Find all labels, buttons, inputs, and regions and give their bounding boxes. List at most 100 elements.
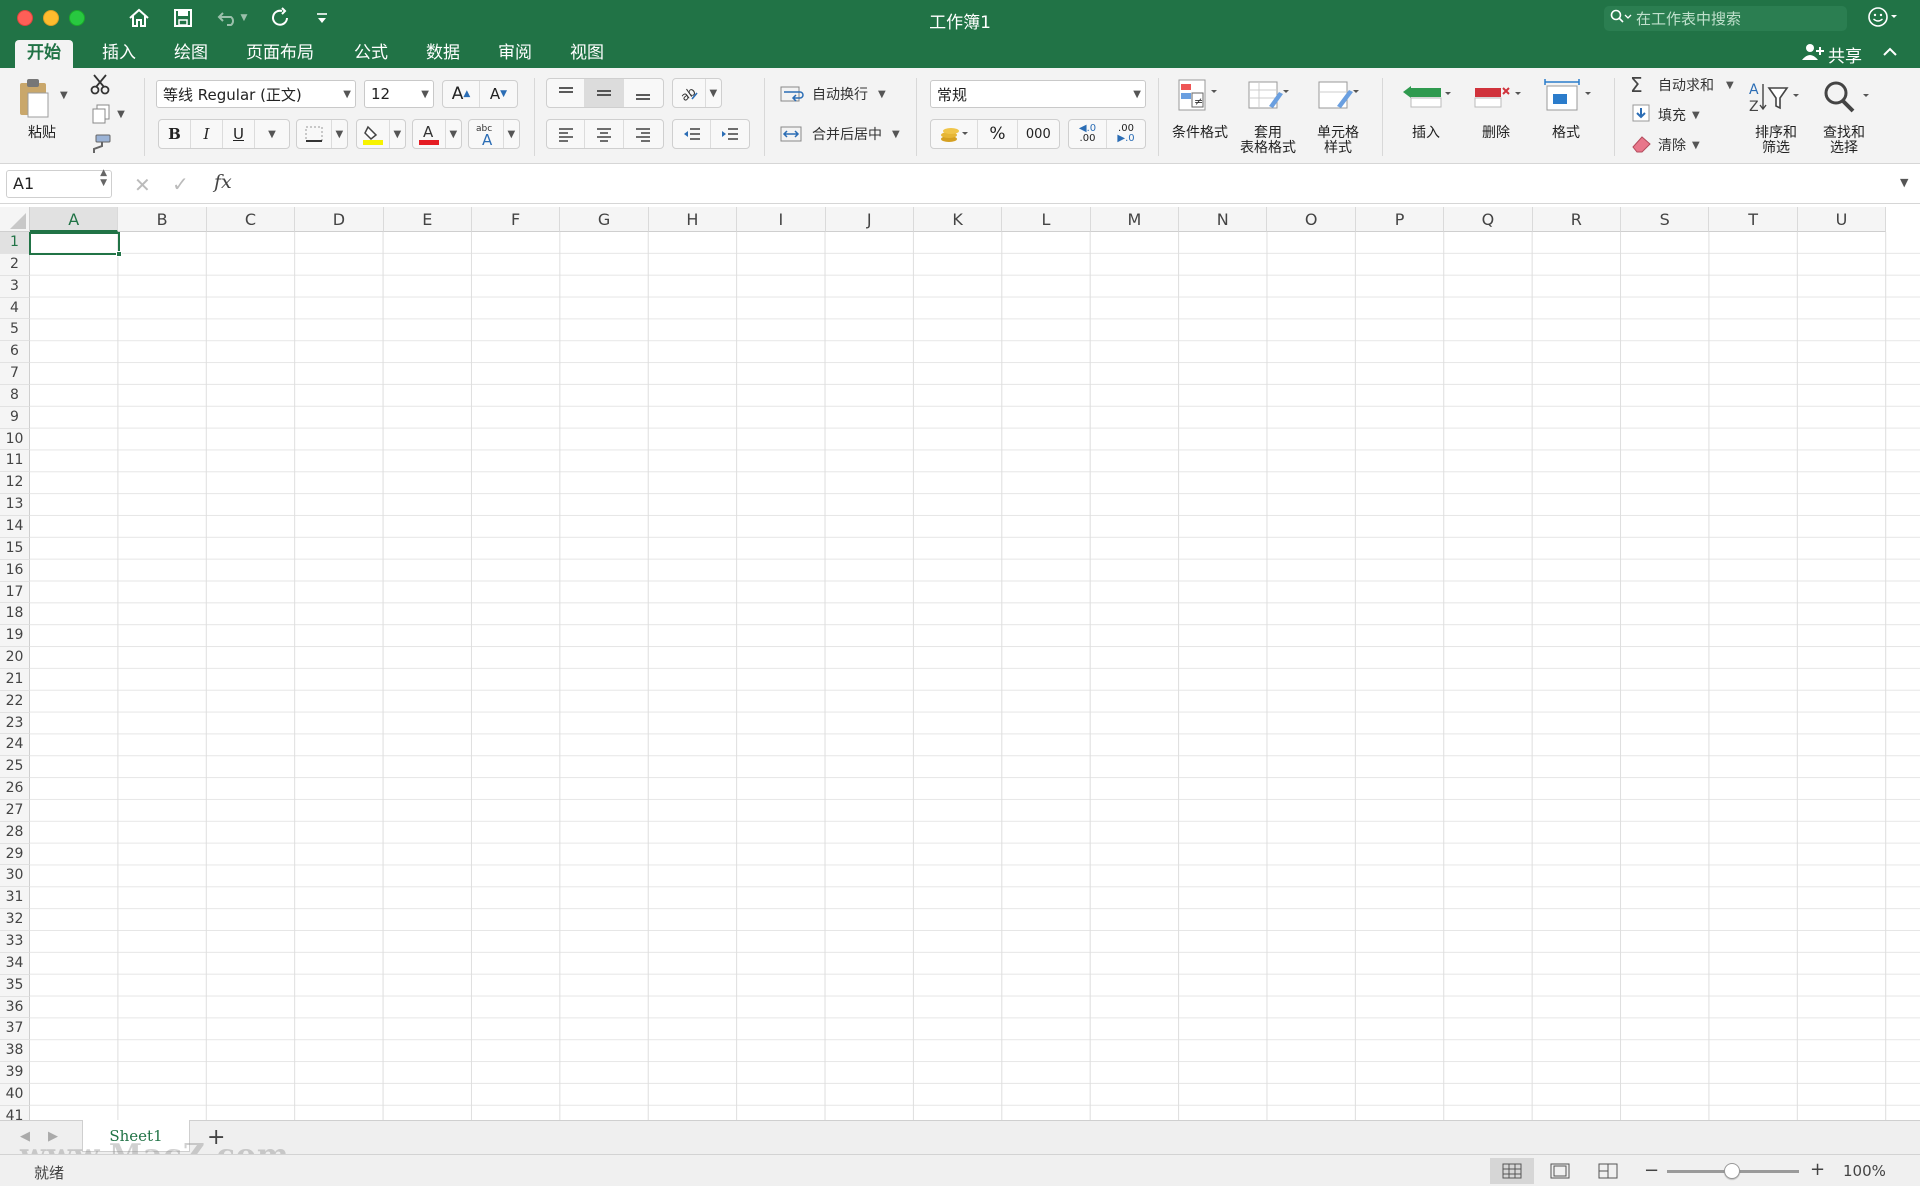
column-header[interactable]: U [1797, 207, 1887, 232]
row-header[interactable]: 35 [0, 974, 30, 997]
fill-handle[interactable] [116, 251, 122, 257]
row-header[interactable]: 21 [0, 668, 30, 691]
column-header[interactable]: F [471, 207, 561, 232]
row-header[interactable]: 26 [0, 778, 30, 800]
row-header[interactable]: 16 [0, 559, 30, 582]
column-header[interactable]: S [1621, 207, 1710, 232]
share-button[interactable]: 共享 [1802, 42, 1862, 67]
cut-icon[interactable] [88, 72, 112, 96]
search-input[interactable] [1636, 9, 1826, 28]
zoom-out-button[interactable]: − [1644, 1160, 1659, 1181]
font-color-button[interactable]: A ▼ [412, 119, 462, 149]
tab-home[interactable]: 开始 [15, 40, 73, 68]
insert-function-button[interactable]: fx [214, 171, 232, 193]
select-all-button[interactable] [0, 207, 30, 232]
row-header[interactable]: 25 [0, 756, 30, 779]
worksheet-grid[interactable]: ABCDEFGHIJKLMNOPQRSTU 1 2 3 4 5 6 7 8 9 10 11 12 13 1… [0, 207, 1920, 1120]
align-middle-icon[interactable] [585, 79, 624, 107]
clear-button[interactable]: 清除 ▼ [1630, 134, 1700, 156]
column-header[interactable]: Q [1444, 207, 1533, 232]
column-header[interactable]: E [383, 207, 472, 232]
page-layout-view-icon[interactable] [1538, 1158, 1582, 1184]
row-header[interactable]: 18 [0, 603, 30, 626]
row-header[interactable]: 15 [0, 537, 30, 560]
row-header[interactable]: 2 [0, 253, 30, 276]
column-header[interactable]: M [1090, 207, 1180, 232]
align-left-icon[interactable] [547, 120, 586, 148]
wrap-text-button[interactable]: 自动换行 ▼ [780, 82, 886, 106]
column-header[interactable]: A [30, 207, 119, 232]
tab-data[interactable]: 数据 [414, 40, 472, 68]
align-top-icon[interactable] [547, 79, 586, 107]
tab-formulas[interactable]: 公式 [342, 40, 400, 68]
normal-view-icon[interactable] [1490, 1158, 1534, 1184]
find-select-icon[interactable] [1818, 76, 1876, 120]
column-header[interactable]: C [206, 207, 296, 232]
expand-formula-bar-icon[interactable]: ▼ [1900, 176, 1908, 189]
active-cell[interactable] [29, 232, 120, 255]
fill-color-button[interactable]: ▼ [356, 119, 406, 149]
column-header[interactable]: P [1355, 207, 1445, 232]
borders-button[interactable]: ▼ [296, 119, 348, 149]
tab-view[interactable]: 视图 [558, 40, 616, 68]
row-header[interactable]: 28 [0, 821, 30, 844]
align-right-icon[interactable] [624, 120, 663, 148]
row-header[interactable]: 40 [0, 1083, 30, 1106]
row-header[interactable]: 20 [0, 647, 30, 669]
column-header[interactable]: R [1532, 207, 1622, 232]
tab-review[interactable]: 审阅 [486, 40, 544, 68]
increase-indent-icon[interactable] [711, 120, 749, 148]
column-header[interactable]: N [1179, 207, 1268, 232]
page-break-view-icon[interactable] [1586, 1158, 1630, 1184]
column-header[interactable]: O [1267, 207, 1356, 232]
row-header[interactable]: 34 [0, 952, 30, 975]
row-header[interactable]: 4 [0, 297, 30, 320]
row-header[interactable]: 8 [0, 384, 30, 407]
row-header[interactable]: 37 [0, 1018, 30, 1041]
font-name-select[interactable]: 等线 Regular (正文) ▼ [156, 80, 356, 108]
row-header[interactable]: 41 [0, 1105, 30, 1120]
underline-button[interactable]: U [223, 120, 255, 148]
column-header[interactable]: G [560, 207, 649, 232]
row-header[interactable]: 23 [0, 712, 30, 735]
row-header[interactable]: 7 [0, 363, 30, 385]
underline-dropdown-icon[interactable]: ▼ [255, 120, 289, 148]
collapse-ribbon-icon[interactable] [1882, 43, 1898, 62]
row-header[interactable]: 1 [0, 232, 30, 254]
paste-icon[interactable] [14, 76, 54, 120]
paste-dropdown-icon[interactable]: ▼ [60, 90, 68, 101]
row-header[interactable]: 9 [0, 406, 30, 429]
row-header[interactable]: 32 [0, 909, 30, 931]
row-header[interactable]: 27 [0, 799, 30, 822]
sort-filter-icon[interactable]: AZ [1746, 76, 1804, 120]
cell-area[interactable] [30, 232, 1920, 1120]
row-header[interactable]: 11 [0, 450, 30, 473]
row-header[interactable]: 31 [0, 887, 30, 910]
row-header[interactable]: 19 [0, 625, 30, 648]
tab-page-layout[interactable]: 页面布局 [234, 40, 326, 68]
row-header[interactable]: 22 [0, 690, 30, 713]
row-header[interactable]: 36 [0, 996, 30, 1019]
cell-styles-icon[interactable] [1310, 74, 1364, 118]
insert-cells-icon[interactable] [1396, 74, 1456, 118]
zoom-slider-thumb[interactable] [1724, 1163, 1740, 1179]
column-header[interactable]: K [913, 207, 1003, 232]
grow-font-icon[interactable]: A ▲ [443, 81, 481, 107]
row-header[interactable]: 29 [0, 843, 30, 866]
conditional-format-icon[interactable]: ≠ [1170, 74, 1224, 118]
column-header[interactable]: B [118, 207, 207, 232]
delete-cells-icon[interactable] [1466, 74, 1526, 118]
column-header[interactable]: T [1709, 207, 1798, 232]
smiley-icon[interactable] [1867, 6, 1901, 32]
zoom-level[interactable]: 100% [1843, 1162, 1886, 1180]
row-header[interactable]: 6 [0, 341, 30, 364]
format-cells-icon[interactable] [1536, 74, 1596, 118]
row-header[interactable]: 17 [0, 581, 30, 604]
orientation-button[interactable]: ab ▼ [672, 78, 722, 108]
italic-button[interactable]: I [191, 120, 223, 148]
shrink-font-icon[interactable]: A ▼ [480, 81, 517, 107]
align-bottom-icon[interactable] [624, 79, 663, 107]
tab-insert[interactable]: 插入 [90, 40, 148, 68]
format-painter-icon[interactable] [88, 132, 112, 156]
column-header[interactable]: D [295, 207, 384, 232]
